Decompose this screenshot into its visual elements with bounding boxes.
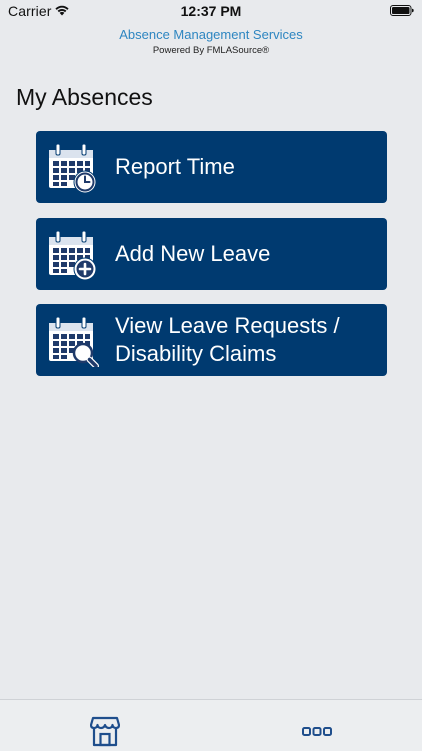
store-home-icon[interactable]	[90, 715, 120, 747]
app-subtitle: Powered By FMLASource®	[152, 45, 270, 56]
calendar-plus-icon	[49, 230, 97, 281]
view-leave-requests-label: View Leave Requests / Disability Claims	[115, 312, 377, 368]
more-icon[interactable]	[302, 727, 332, 737]
add-new-leave-label: Add New Leave	[115, 241, 271, 266]
status-bar: Carrier 12:37 PM	[0, 0, 422, 24]
view-leave-requests-button[interactable]: View Leave Requests / Disability Claims	[36, 304, 387, 376]
view-leave-requests-label-line1: View Leave Requests /	[115, 313, 340, 338]
page-title: My Absences	[16, 84, 153, 110]
app-title: Absence Management Services	[119, 27, 303, 42]
add-new-leave-button[interactable]: Add New Leave	[36, 218, 387, 290]
calendar-clock-icon	[49, 143, 97, 194]
battery-icon	[390, 5, 414, 16]
report-time-label: Report Time	[115, 154, 235, 179]
view-leave-requests-label-line2: Disability Claims	[115, 341, 277, 366]
app-header: Absence Management Services Powered By F…	[0, 27, 422, 57]
status-time: 12:37 PM	[180, 3, 242, 19]
report-time-button[interactable]: Report Time	[36, 131, 387, 203]
tab-bar	[0, 699, 422, 751]
calendar-search-icon	[49, 316, 99, 367]
